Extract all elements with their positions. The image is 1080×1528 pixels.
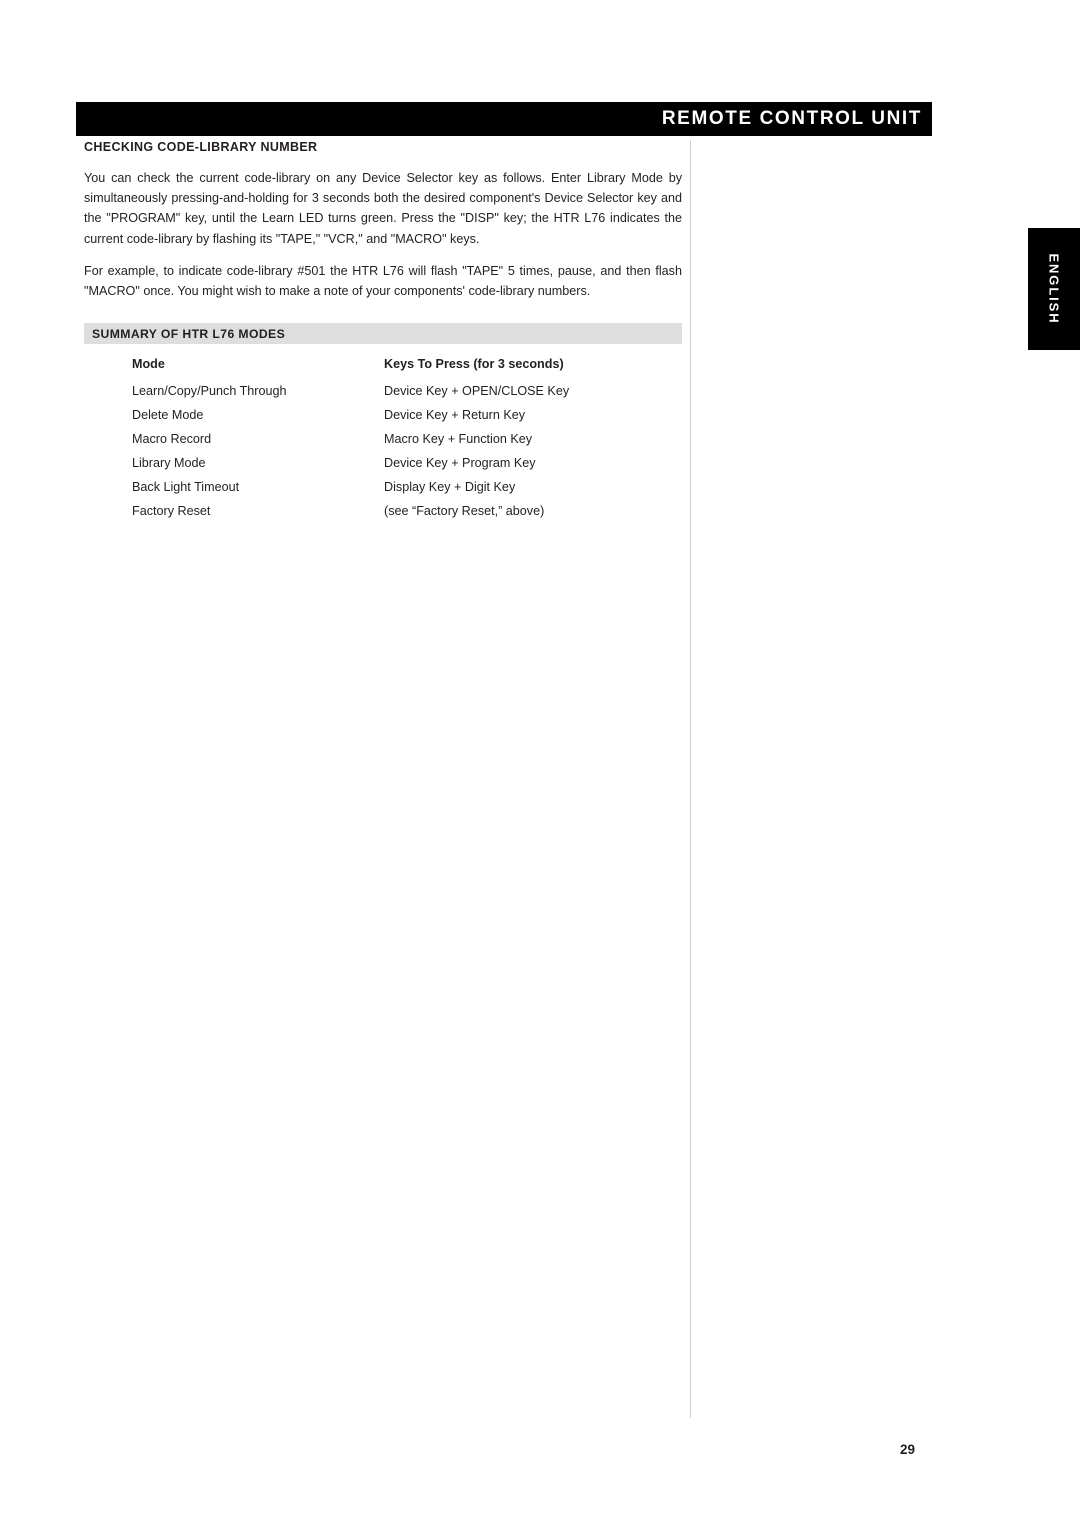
modes-table: Mode Keys To Press (for 3 seconds) Learn… <box>132 357 672 523</box>
section-heading-checking-code-library: CHECKING CODE-LIBRARY NUMBER <box>84 140 318 154</box>
paragraph-2: For example, to indicate code-library #5… <box>84 263 682 299</box>
table-cell-mode: Factory Reset <box>132 504 211 519</box>
paragraph-1: You can check the current code-library o… <box>84 171 682 246</box>
table-header-keys: Keys To Press (for 3 seconds) <box>384 357 564 372</box>
page-header-bar: REMOTE CONTROL UNIT <box>76 102 932 136</box>
table-cell-mode: Library Mode <box>132 456 206 471</box>
table-row: Back Light Timeout Display Key + Digit K… <box>132 475 672 499</box>
table-row: Library Mode Device Key + Program Key <box>132 451 672 475</box>
page-header-title: REMOTE CONTROL UNIT <box>661 108 922 129</box>
table-cell-mode: Macro Record <box>132 432 212 447</box>
table-cell-keys: (see “Factory Reset,” above) <box>384 504 545 519</box>
table-row: Learn/Copy/Punch Through Device Key + OP… <box>132 379 672 403</box>
table-header-row: Mode Keys To Press (for 3 seconds) <box>132 357 672 379</box>
table-cell-keys: Device Key + Program Key <box>384 456 536 471</box>
main-content: CHECKING CODE-LIBRARY NUMBER You can che… <box>84 140 682 523</box>
table-header-mode: Mode <box>132 357 165 372</box>
column-divider <box>690 140 691 1418</box>
page-number: 29 <box>900 1442 916 1457</box>
table-cell-keys: Device Key + OPEN/CLOSE Key <box>384 384 570 399</box>
table-row: Factory Reset (see “Factory Reset,” abov… <box>132 499 672 523</box>
table-cell-mode: Back Light Timeout <box>132 480 240 495</box>
language-tab-english: ENGLISH <box>1028 228 1080 350</box>
language-tab-label: ENGLISH <box>1046 253 1062 325</box>
table-cell-keys: Display Key + Digit Key <box>384 480 516 495</box>
section-heading-summary-bar: SUMMARY OF HTR L76 MODES <box>84 323 682 345</box>
table-cell-mode: Delete Mode <box>132 408 204 423</box>
table-row: Delete Mode Device Key + Return Key <box>132 403 672 427</box>
table-cell-keys: Macro Key + Function Key <box>384 432 533 447</box>
table-row: Macro Record Macro Key + Function Key <box>132 427 672 451</box>
table-cell-keys: Device Key + Return Key <box>384 408 526 423</box>
table-cell-mode: Learn/Copy/Punch Through <box>132 384 287 399</box>
section-heading-summary-label: SUMMARY OF HTR L76 MODES <box>92 326 286 341</box>
